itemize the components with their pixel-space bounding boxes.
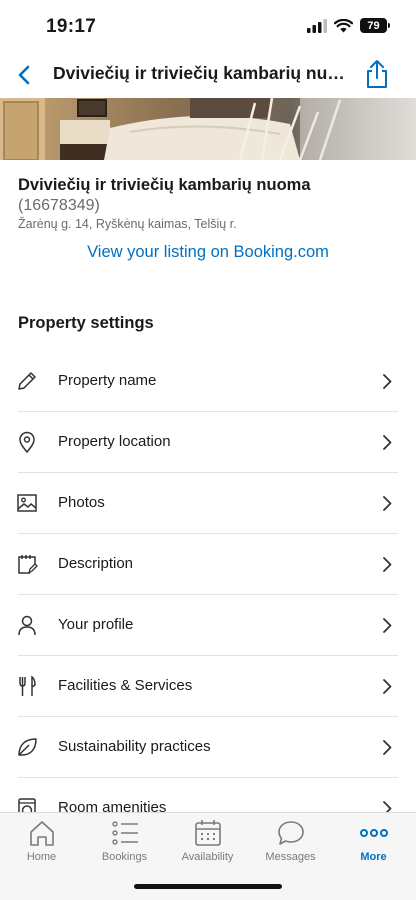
- leaf-icon: [18, 738, 37, 756]
- settings-item-property-location[interactable]: Property location: [0, 412, 416, 473]
- settings-list: Property name Property location Photos D…: [0, 351, 416, 839]
- status-bar: 19:17 79: [0, 0, 416, 52]
- back-button[interactable]: [10, 60, 40, 90]
- page-title: Dviviečių ir triviečių kambarių nuoma: [53, 63, 353, 83]
- chevron-right-icon: [383, 374, 392, 389]
- settings-item-photos[interactable]: Photos: [0, 473, 416, 534]
- more-dots-icon: [359, 829, 388, 837]
- view-listing-link[interactable]: View your listing on Booking.com: [0, 243, 416, 262]
- settings-item-label: Facilities & Services: [58, 677, 193, 694]
- tab-label: Home: [26, 851, 57, 863]
- battery-icon: 79: [360, 18, 390, 33]
- chevron-right-icon: [383, 496, 392, 511]
- fork-knife-icon: [19, 675, 36, 696]
- listing-name: Dviviečių ir triviečių kambarių nuoma: [18, 176, 311, 194]
- settings-item-sustainability[interactable]: Sustainability practices: [0, 717, 416, 778]
- share-button[interactable]: [362, 58, 392, 90]
- section-title: Property settings: [18, 314, 154, 332]
- share-icon: [367, 60, 387, 88]
- tab-availability[interactable]: Availability: [166, 819, 249, 871]
- notepad-icon: [18, 555, 38, 574]
- tab-label: Availability: [181, 851, 234, 863]
- tab-bookings[interactable]: Bookings: [83, 819, 166, 871]
- listing-id: (16678349): [18, 197, 100, 214]
- settings-item-label: Your profile: [58, 616, 134, 633]
- settings-item-your-profile[interactable]: Your profile: [0, 595, 416, 656]
- chevron-right-icon: [383, 435, 392, 450]
- tab-label: Messages: [265, 851, 316, 863]
- settings-item-label: Property location: [58, 433, 171, 450]
- settings-item-facilities-services[interactable]: Facilities & Services: [0, 656, 416, 717]
- chevron-right-icon: [383, 557, 392, 572]
- pencil-icon: [18, 372, 36, 390]
- chevron-right-icon: [383, 679, 392, 694]
- location-pin-icon: [19, 431, 35, 453]
- settings-item-label: Sustainability practices: [58, 738, 211, 755]
- image-icon: [17, 494, 37, 512]
- chevron-right-icon: [383, 740, 392, 755]
- wifi-icon: [334, 18, 353, 32]
- navigation-bar: Dviviečių ir triviečių kambarių nuoma: [0, 52, 416, 98]
- list-icon: [111, 821, 138, 845]
- tab-label: Bookings: [101, 851, 148, 863]
- tab-more[interactable]: More: [332, 819, 415, 871]
- tab-label: More: [360, 851, 387, 863]
- listing-address: Žarėnų g. 14, Ryškėnų kaimas, Telšių r.: [18, 217, 237, 231]
- chevron-left-icon: [18, 65, 30, 85]
- home-indicator[interactable]: [134, 884, 282, 889]
- property-photo: [0, 98, 416, 160]
- home-icon: [29, 821, 54, 846]
- status-indicators: 79: [307, 18, 390, 33]
- chat-bubble-icon: [277, 821, 304, 845]
- settings-item-label: Photos: [58, 494, 105, 511]
- status-time: 19:17: [46, 16, 97, 37]
- settings-item-label: Description: [58, 555, 134, 572]
- calendar-icon: [194, 820, 221, 846]
- listing-info: Dviviečių ir triviečių kambarių nuoma (1…: [18, 176, 398, 231]
- person-icon: [18, 615, 36, 636]
- tab-messages[interactable]: Messages: [249, 819, 332, 871]
- settings-item-description[interactable]: Description: [0, 534, 416, 595]
- chevron-right-icon: [383, 618, 392, 633]
- cellular-signal-icon: [307, 18, 327, 33]
- settings-item-label: Property name: [58, 372, 157, 389]
- tab-home[interactable]: Home: [0, 819, 83, 871]
- settings-item-property-name[interactable]: Property name: [0, 351, 416, 412]
- battery-level: 79: [360, 18, 387, 33]
